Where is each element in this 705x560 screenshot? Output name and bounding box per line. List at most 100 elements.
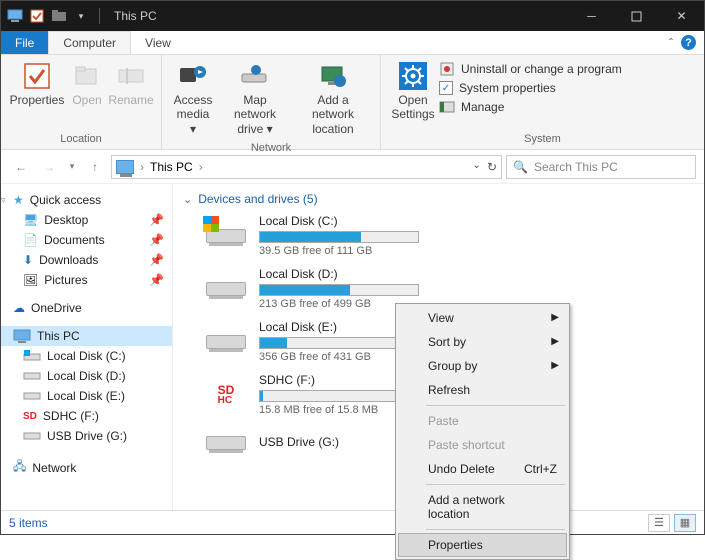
nav-pictures[interactable]: 🖼Pictures📌 bbox=[1, 270, 172, 290]
context-menu-item[interactable]: View▶ bbox=[398, 306, 567, 330]
downloads-icon: ⬇ bbox=[23, 253, 33, 267]
nav-sdhc[interactable]: SDSDHC (F:) bbox=[1, 406, 172, 426]
map-network-drive-button[interactable]: Map network drive ▾ bbox=[218, 57, 292, 138]
maximize-button[interactable] bbox=[614, 1, 659, 31]
drive-icon bbox=[23, 371, 41, 381]
system-properties-button[interactable]: ✓ System properties bbox=[439, 81, 622, 95]
navigation-pane: ▿ ★ Quick access 🖥Desktop📌 📄Documents📌 ⬇… bbox=[1, 184, 173, 532]
drive-name: Local Disk (D:) bbox=[259, 267, 448, 281]
refresh-icon[interactable]: ↻ bbox=[487, 160, 497, 174]
close-button[interactable]: ✕ bbox=[659, 1, 704, 31]
forward-button[interactable]: → bbox=[37, 155, 61, 179]
drive-icon bbox=[203, 272, 249, 306]
nav-downloads[interactable]: ⬇Downloads📌 bbox=[1, 250, 172, 270]
checkbox-icon: ✓ bbox=[439, 81, 453, 95]
add-network-location-button[interactable]: Add a network location bbox=[292, 57, 374, 138]
nav-onedrive[interactable]: ☁OneDrive bbox=[1, 298, 172, 318]
ribbon-group-location: Properties Open Rename Location bbox=[1, 55, 162, 149]
drive-item[interactable]: Local Disk (C:) 39.5 GB free of 111 GB bbox=[203, 214, 448, 257]
tab-view[interactable]: View bbox=[131, 31, 185, 54]
context-menu-item[interactable]: Group by▶ bbox=[398, 354, 567, 378]
context-menu-item[interactable]: Undo DeleteCtrl+Z bbox=[398, 457, 567, 481]
search-input[interactable]: 🔍 Search This PC bbox=[506, 155, 696, 179]
submenu-arrow-icon: ▶ bbox=[551, 312, 559, 323]
breadcrumb[interactable]: This PC bbox=[150, 160, 193, 174]
sdhc-icon: SD bbox=[23, 411, 37, 422]
nav-desktop[interactable]: 🖥Desktop📌 bbox=[1, 210, 172, 230]
collapse-ribbon-icon[interactable]: ˆ bbox=[669, 36, 673, 50]
properties-button[interactable]: Properties bbox=[7, 57, 67, 109]
context-menu-separator bbox=[426, 529, 565, 530]
context-menu-item[interactable]: Sort by▶ bbox=[398, 330, 567, 354]
drive-icon bbox=[203, 219, 249, 253]
ribbon-tabs: File Computer View ˆ ? bbox=[1, 31, 704, 55]
ribbon-group-label: Location bbox=[1, 131, 161, 149]
pin-icon: 📌 bbox=[149, 273, 164, 287]
shortcut-text: Ctrl+Z bbox=[524, 462, 557, 476]
nav-local-disk-e[interactable]: Local Disk (E:) bbox=[1, 386, 172, 406]
address-bar[interactable]: › This PC › ⌄ ↻ bbox=[111, 155, 502, 179]
star-icon: ★ bbox=[13, 193, 24, 207]
chevron-down-icon[interactable]: ⌄ bbox=[183, 193, 192, 206]
access-media-button[interactable]: Access media ▾ bbox=[168, 57, 218, 138]
up-button[interactable]: ↑ bbox=[83, 155, 107, 179]
pin-icon: 📌 bbox=[149, 253, 164, 267]
drive-free-text: 39.5 GB free of 111 GB bbox=[259, 245, 448, 257]
pin-icon: 📌 bbox=[149, 213, 164, 227]
status-bar: 5 items ☰ ▦ bbox=[1, 510, 704, 534]
qat-dropdown-icon[interactable]: ▾ bbox=[73, 8, 89, 24]
this-pc-icon bbox=[116, 160, 134, 174]
submenu-arrow-icon: ▶ bbox=[551, 360, 559, 371]
desktop-icon: 🖥 bbox=[23, 213, 38, 227]
nav-this-pc[interactable]: This PC bbox=[1, 326, 172, 346]
context-menu-item: Paste shortcut bbox=[398, 433, 567, 457]
tiles-view-button[interactable]: ▦ bbox=[674, 514, 696, 532]
minimize-button[interactable]: ─ bbox=[569, 1, 614, 31]
context-menu-item[interactable]: Add a network location bbox=[398, 488, 567, 526]
drive-icon bbox=[23, 431, 41, 441]
pin-icon: 📌 bbox=[149, 233, 164, 247]
tab-computer[interactable]: Computer bbox=[48, 31, 131, 54]
search-placeholder: Search This PC bbox=[534, 160, 618, 174]
nav-usb-drive[interactable]: USB Drive (G:) bbox=[1, 426, 172, 446]
context-menu: View▶Sort by▶Group by▶RefreshPastePaste … bbox=[395, 303, 570, 560]
drive-icon bbox=[203, 325, 249, 359]
search-icon: 🔍 bbox=[513, 160, 528, 174]
open-button: Open bbox=[67, 57, 107, 109]
nav-network[interactable]: 🖧Network bbox=[1, 454, 172, 481]
drive-name: Local Disk (C:) bbox=[259, 214, 448, 228]
file-tab[interactable]: File bbox=[1, 31, 48, 54]
ribbon-group-label: System bbox=[381, 131, 704, 149]
status-text: 5 items bbox=[9, 516, 48, 530]
uninstall-icon bbox=[439, 61, 455, 77]
context-menu-item[interactable]: Refresh bbox=[398, 378, 567, 402]
section-header[interactable]: ⌄ Devices and drives (5) bbox=[183, 190, 694, 214]
pictures-icon: 🖼 bbox=[23, 273, 38, 287]
window-title: This PC bbox=[114, 9, 157, 23]
nav-quick-access[interactable]: ▿ ★ Quick access bbox=[1, 190, 172, 210]
context-menu-item[interactable]: Properties bbox=[398, 533, 567, 557]
manage-button[interactable]: Manage bbox=[439, 99, 622, 115]
nav-local-disk-d[interactable]: Local Disk (D:) bbox=[1, 366, 172, 386]
back-button[interactable]: ← bbox=[9, 155, 33, 179]
open-settings-button[interactable]: Open Settings bbox=[387, 57, 439, 124]
this-pc-icon bbox=[13, 329, 31, 343]
uninstall-program-button[interactable]: Uninstall or change a program bbox=[439, 61, 622, 77]
drive-icon bbox=[23, 391, 41, 401]
qat-properties-icon[interactable] bbox=[29, 8, 45, 24]
rename-button: Rename bbox=[107, 57, 155, 109]
details-view-button[interactable]: ☰ bbox=[648, 514, 670, 532]
context-menu-separator bbox=[426, 405, 565, 406]
help-icon[interactable]: ? bbox=[681, 35, 696, 50]
qat-newfolder-icon[interactable] bbox=[51, 8, 67, 24]
address-dropdown-icon[interactable]: ⌄ bbox=[473, 160, 481, 174]
expander-icon[interactable]: ▿ bbox=[1, 195, 6, 206]
ribbon-group-network: Access media ▾ Map network drive ▾ Add a… bbox=[162, 55, 381, 149]
nav-local-disk-c[interactable]: Local Disk (C:) bbox=[1, 346, 172, 366]
nav-documents[interactable]: 📄Documents📌 bbox=[1, 230, 172, 250]
drive-icon bbox=[203, 426, 249, 460]
onedrive-icon: ☁ bbox=[13, 301, 25, 315]
context-menu-separator bbox=[426, 484, 565, 485]
recent-locations-button[interactable]: ▾ bbox=[65, 155, 79, 179]
app-icon bbox=[7, 8, 23, 24]
